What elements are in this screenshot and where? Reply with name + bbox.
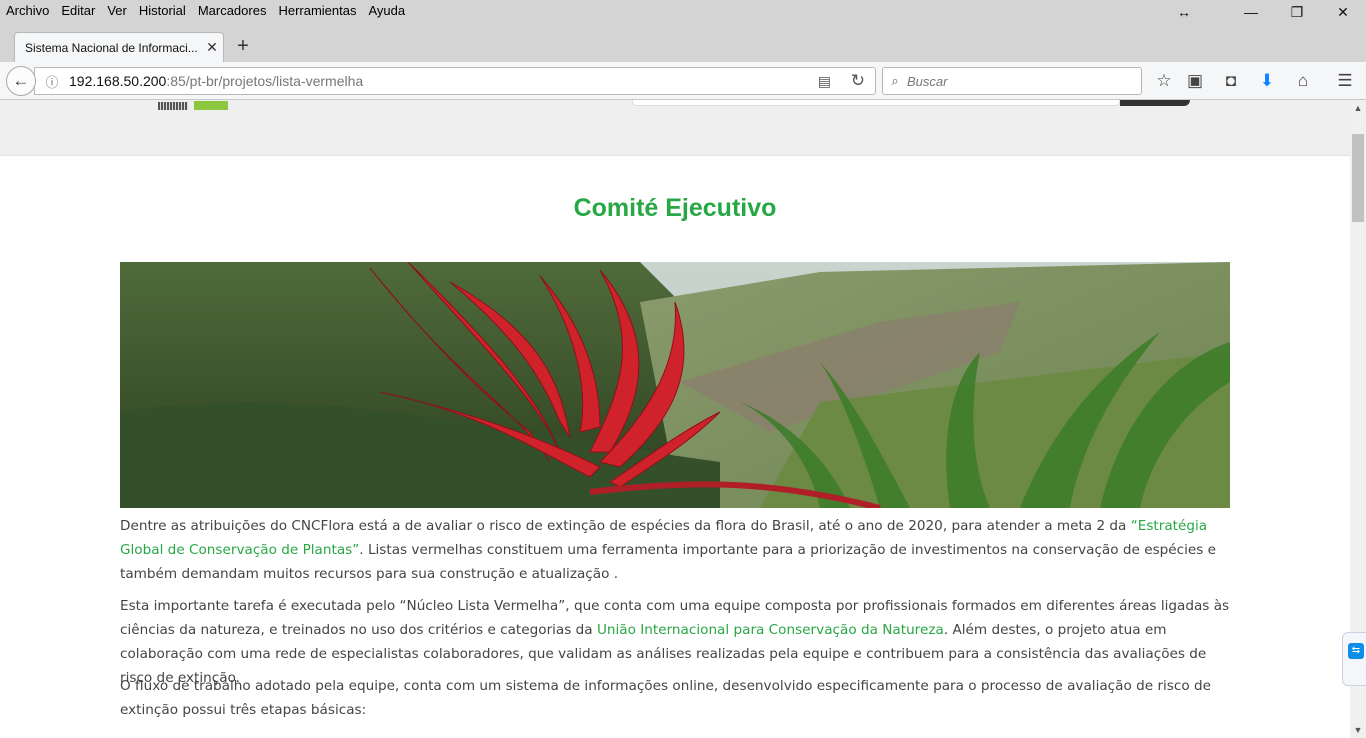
menu-historial[interactable]: Historial bbox=[139, 3, 186, 18]
workflow-paragraph: O fluxo de trabalho adotado pela equipe,… bbox=[120, 674, 1230, 722]
link-iucn[interactable]: União Internacional para Conservação da … bbox=[597, 622, 944, 638]
minimize-icon[interactable]: — bbox=[1228, 0, 1274, 24]
menu-archivo[interactable]: Archivo bbox=[6, 3, 49, 18]
menu-list: Archivo Editar Ver Historial Marcadores … bbox=[6, 3, 405, 18]
menu-marcadores[interactable]: Marcadores bbox=[198, 3, 267, 18]
paragraph-text: Dentre as atribuições do CNCFlora está a… bbox=[120, 518, 1131, 534]
menu-editar[interactable]: Editar bbox=[61, 3, 95, 18]
reader-view-icon[interactable]: ▤ bbox=[818, 73, 831, 90]
hero-image bbox=[120, 262, 1230, 508]
back-arrow-icon: ← bbox=[12, 71, 30, 90]
home-icon[interactable]: ⌂ bbox=[1290, 69, 1316, 93]
teamviewer-widget[interactable]: ⇆ bbox=[1342, 632, 1366, 686]
url-host: 192.168.50.200 bbox=[69, 73, 167, 89]
tab-title: Sistema Nacional de Informaci... bbox=[25, 40, 198, 55]
pocket-icon[interactable]: ◘ bbox=[1218, 69, 1244, 93]
tab-strip: Sistema Nacional de Informaci... ✕ + bbox=[0, 24, 1366, 62]
scroll-thumb[interactable] bbox=[1352, 134, 1364, 222]
new-tab-button[interactable]: + bbox=[232, 34, 254, 58]
intro-paragraph: Dentre as atribuições do CNCFlora está a… bbox=[120, 514, 1230, 586]
scroll-up-arrow-icon[interactable]: ▲ bbox=[1350, 100, 1366, 116]
site-search-button[interactable] bbox=[1120, 100, 1190, 106]
restore-icon[interactable]: ❐ bbox=[1274, 0, 1320, 24]
menu-bar: Archivo Editar Ver Historial Marcadores … bbox=[0, 0, 1366, 24]
search-placeholder: Buscar bbox=[907, 73, 948, 89]
url-path: :85/pt-br/projetos/lista-vermelha bbox=[166, 73, 364, 89]
navigation-toolbar: ⓘ 192.168.50.200:85/pt-br/projetos/lista… bbox=[0, 62, 1366, 100]
menu-herramientas[interactable]: Herramientas bbox=[278, 3, 356, 18]
resize-arrows-icon[interactable]: ↔ bbox=[1161, 0, 1207, 24]
site-search-input[interactable] bbox=[632, 100, 1120, 106]
page-title: Comité Ejecutivo bbox=[573, 194, 777, 222]
web-page: Comité Ejecutivo Dentre as atribuições d… bbox=[0, 100, 1350, 738]
browser-tab[interactable]: Sistema Nacional de Informaci... ✕ bbox=[14, 32, 224, 62]
bookmarks-library-icon[interactable]: ▣ bbox=[1182, 69, 1208, 93]
downloads-icon[interactable]: ⬇ bbox=[1254, 69, 1280, 93]
scroll-down-arrow-icon[interactable]: ▼ bbox=[1350, 722, 1366, 738]
hero-flower-photo bbox=[120, 262, 1230, 508]
back-button[interactable]: ← bbox=[6, 66, 36, 96]
menu-ver[interactable]: Ver bbox=[107, 3, 127, 18]
logo-mark-icon bbox=[158, 101, 188, 110]
teamviewer-icon: ⇆ bbox=[1348, 643, 1364, 659]
hamburger-menu-icon[interactable]: ☰ bbox=[1332, 69, 1358, 93]
search-icon: ⌕ bbox=[891, 73, 899, 88]
logo-badge-icon bbox=[194, 101, 228, 110]
url-bar[interactable]: ⓘ 192.168.50.200:85/pt-br/projetos/lista… bbox=[34, 67, 876, 95]
tab-close-icon[interactable]: ✕ bbox=[201, 39, 223, 56]
paragraph-text: O fluxo de trabalho adotado pela equipe,… bbox=[120, 678, 1211, 718]
site-logo[interactable] bbox=[158, 100, 456, 111]
search-bar[interactable]: ⌕ Buscar bbox=[882, 67, 1142, 95]
menu-ayuda[interactable]: Ayuda bbox=[368, 3, 405, 18]
close-icon[interactable]: ✕ bbox=[1320, 0, 1366, 24]
bookmark-star-icon[interactable]: ☆ bbox=[1151, 69, 1177, 93]
reload-icon[interactable]: ↻ bbox=[851, 71, 865, 91]
site-header bbox=[0, 100, 1350, 156]
info-icon[interactable]: ⓘ bbox=[41, 72, 63, 91]
